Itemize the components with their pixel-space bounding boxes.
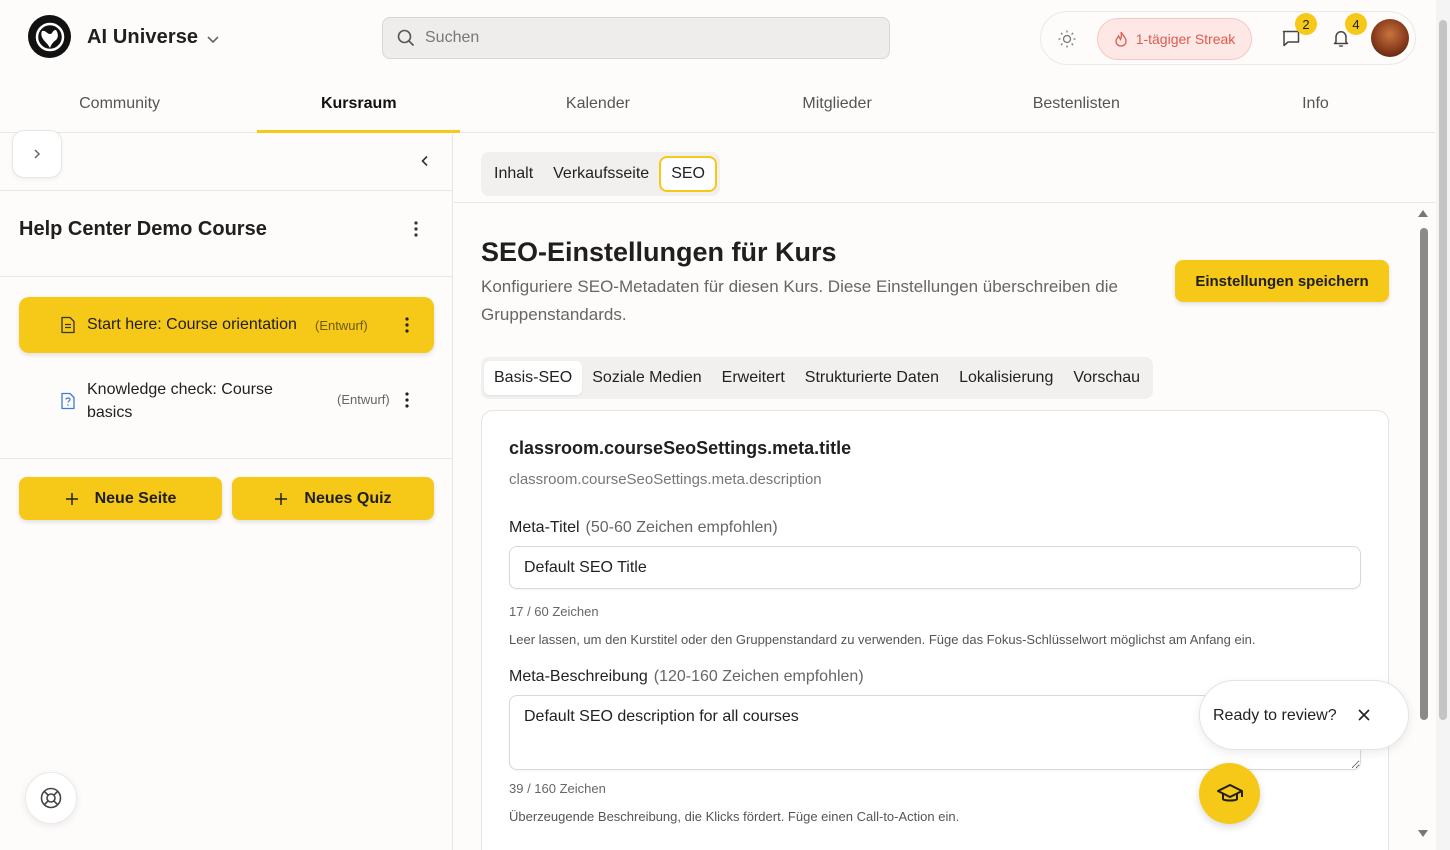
new-quiz-label: Neues Quiz — [304, 489, 392, 507]
lesson-item[interactable]: Knowledge check: Course basics (Entwurf) — [19, 374, 434, 430]
course-menu-icon[interactable] — [408, 220, 424, 238]
expand-sidebar-button[interactable] — [12, 130, 62, 178]
search-input[interactable] — [425, 29, 865, 47]
lesson-status: (Entwurf) — [337, 392, 390, 407]
globe-logo-icon — [35, 22, 64, 51]
collapse-sidebar-icon[interactable] — [418, 154, 432, 168]
review-popup: Ready to review? — [1199, 680, 1409, 750]
flame-icon — [1115, 31, 1127, 47]
nav-kalender[interactable]: Kalender — [478, 76, 717, 132]
scroll-thumb[interactable] — [1420, 228, 1428, 720]
review-fab-button[interactable] — [1199, 763, 1260, 824]
streak-label: 1-tägiger Streak — [1135, 31, 1236, 47]
page-description: Konfiguriere SEO-Metadaten für diesen Ku… — [481, 277, 1118, 324]
meta-description-help: Überzeugende Beschreibung, die Klicks fö… — [509, 809, 960, 824]
tab-erweitert[interactable]: Erweitert — [712, 361, 795, 395]
divider — [0, 190, 453, 191]
help-button[interactable] — [25, 772, 77, 824]
lesson-status: (Entwurf) — [315, 318, 368, 333]
streak-badge[interactable]: 1-tägiger Streak — [1097, 18, 1252, 60]
page-title: SEO-Einstellungen für Kurs — [481, 237, 837, 267]
lesson-menu-icon[interactable] — [404, 316, 410, 334]
divider — [0, 276, 453, 277]
app-logo[interactable] — [28, 15, 71, 58]
meta-description-counter: 39 / 160 Zeichen — [509, 781, 606, 796]
nav-mitglieder[interactable]: Mitglieder — [718, 76, 957, 132]
lesson-menu-icon[interactable] — [404, 391, 410, 409]
card-title: classroom.courseSeoSettings.meta.title — [509, 438, 852, 458]
tab-vorschau[interactable]: Vorschau — [1063, 361, 1150, 395]
lesson-title: Start here: Course orientation — [87, 316, 297, 333]
nav-bestenlisten[interactable]: Bestenlisten — [957, 76, 1196, 132]
nav-community[interactable]: Community — [0, 76, 239, 132]
notifications-count-badge: 4 — [1345, 13, 1367, 35]
meta-title-label: Meta-Titel (50-60 Zeichen empfohlen) — [509, 519, 778, 537]
search-bar[interactable] — [382, 17, 890, 59]
meta-description-hint: (120-160 Zeichen empfohlen) — [653, 668, 864, 685]
chevron-down-icon[interactable] — [205, 31, 221, 47]
nav-info[interactable]: Info — [1196, 76, 1435, 132]
lifebuoy-icon — [40, 787, 62, 809]
user-avatar[interactable] — [1371, 19, 1409, 57]
chevron-right-icon — [34, 149, 41, 159]
content-scrollbar[interactable] — [1414, 208, 1434, 842]
plus-icon — [275, 492, 288, 505]
header-actions: 1-tägiger Streak 2 4 — [1040, 11, 1416, 65]
meta-description-label-text: Meta-Beschreibung — [509, 668, 648, 685]
tab-verkaufsseite[interactable]: Verkaufsseite — [543, 156, 659, 192]
top-header: AI Universe 1-tägiger Streak — [0, 0, 1435, 76]
meta-title-input[interactable] — [509, 546, 1361, 589]
tab-soziale-medien[interactable]: Soziale Medien — [582, 361, 711, 395]
course-title: Help Center Demo Course — [19, 218, 267, 240]
course-sidebar: Help Center Demo Course Start here: Cour… — [0, 130, 453, 850]
meta-title-hint: (50-60 Zeichen empfohlen) — [585, 519, 778, 536]
app-name[interactable]: AI Universe — [87, 26, 198, 49]
tab-strukturierte-daten[interactable]: Strukturierte Daten — [795, 361, 949, 395]
save-settings-button[interactable]: Einstellungen speichern — [1175, 260, 1389, 302]
window-scroll-thumb[interactable] — [1439, 20, 1447, 720]
new-page-label: Neue Seite — [94, 489, 177, 507]
sun-icon[interactable] — [1057, 29, 1077, 49]
lesson-title: Knowledge check: Course basics — [87, 381, 273, 421]
new-quiz-button[interactable]: Neues Quiz — [232, 477, 434, 520]
seo-sub-tabs: Basis-SEO Soziale Medien Erweitert Struk… — [481, 357, 1154, 399]
meta-description-label: Meta-Beschreibung (120-160 Zeichen empfoh… — [509, 668, 864, 686]
quiz-icon — [61, 392, 75, 410]
search-icon — [397, 29, 415, 47]
meta-title-counter: 17 / 60 Zeichen — [509, 604, 599, 619]
plus-icon — [65, 492, 78, 505]
tab-inhalt[interactable]: Inhalt — [484, 156, 543, 192]
divider — [454, 202, 1435, 203]
tab-basis-seo[interactable]: Basis-SEO — [484, 361, 583, 395]
tab-lokalisierung[interactable]: Lokalisierung — [949, 361, 1063, 395]
tab-seo[interactable]: SEO — [659, 156, 717, 192]
review-popup-text: Ready to review? — [1213, 707, 1337, 724]
nav-kursraum[interactable]: Kursraum — [239, 76, 478, 133]
new-page-button[interactable]: Neue Seite — [19, 477, 222, 520]
meta-title-label-text: Meta-Titel — [509, 519, 580, 536]
scroll-down-arrow[interactable] — [1418, 830, 1428, 837]
messages-count-badge: 2 — [1295, 13, 1317, 35]
content-tabs: Inhalt Verkaufsseite SEO — [481, 152, 720, 196]
document-icon — [61, 316, 75, 334]
card-subtitle: classroom.courseSeoSettings.meta.descrip… — [509, 471, 822, 488]
main-nav: Community Kursraum Kalender Mitglieder B… — [0, 76, 1435, 133]
scroll-up-arrow[interactable] — [1418, 210, 1428, 217]
graduation-cap-icon — [1216, 783, 1243, 801]
lesson-item-active[interactable]: Start here: Course orientation (Entwurf) — [19, 297, 434, 353]
close-icon[interactable] — [1357, 708, 1371, 722]
divider — [0, 458, 453, 459]
meta-title-help: Leer lassen, um den Kurstitel oder den G… — [509, 632, 1256, 647]
window-scrollbar[interactable] — [1436, 0, 1450, 850]
